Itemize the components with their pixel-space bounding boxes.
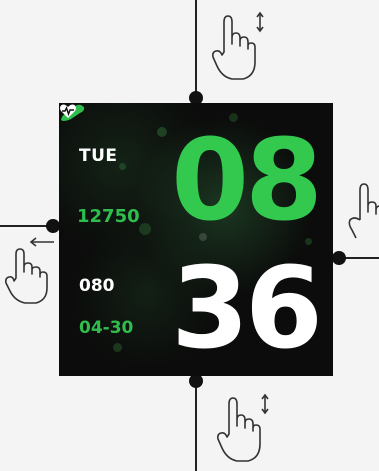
hours-display: 08 bbox=[171, 116, 323, 246]
left-connector-dot bbox=[46, 219, 60, 233]
up-down-arrow-icon bbox=[261, 393, 269, 415]
bottom-connector-dot bbox=[189, 374, 203, 388]
hand-pointer-icon bbox=[5, 237, 54, 304]
hand-pointer-icon bbox=[212, 11, 264, 80]
left-right-arrow-icon bbox=[29, 237, 54, 247]
heart-pulse-icon bbox=[60, 104, 76, 118]
bokeh-dot bbox=[113, 343, 122, 352]
hand-pointer-icon bbox=[348, 183, 379, 239]
hand-pointer-icon bbox=[217, 393, 269, 462]
watch-face[interactable]: TUE 12750 080 04-30 08 36 bbox=[59, 103, 333, 376]
up-down-arrow-icon bbox=[256, 11, 264, 33]
step-count: 12750 bbox=[77, 206, 140, 227]
day-of-week: TUE bbox=[79, 146, 118, 166]
bokeh-dot bbox=[119, 163, 126, 170]
date: 04-30 bbox=[79, 318, 134, 338]
bokeh-dot bbox=[139, 223, 151, 235]
minutes-display: 36 bbox=[171, 244, 323, 374]
right-connector-dot bbox=[332, 251, 346, 265]
gesture-diagram: TUE 12750 080 04-30 08 36 bbox=[0, 0, 379, 471]
heart-rate: 080 bbox=[79, 276, 115, 296]
